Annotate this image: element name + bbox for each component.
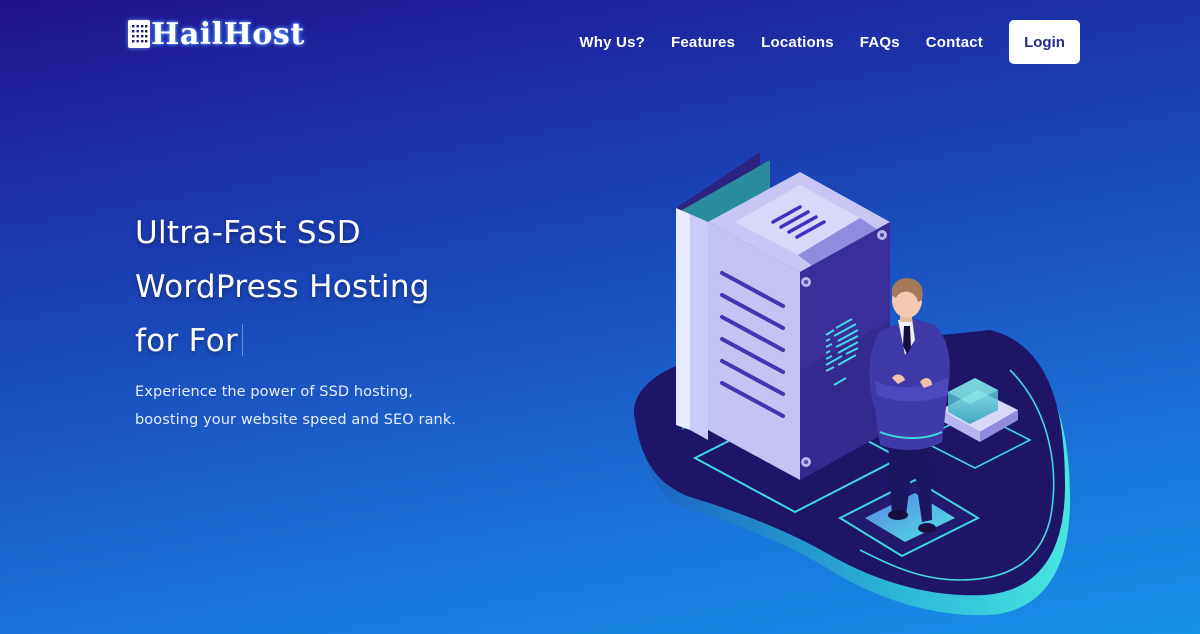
login-button[interactable]: Login bbox=[1009, 20, 1080, 64]
hero-title-line-1: Ultra-Fast SSD bbox=[135, 215, 361, 251]
hero-title: Ultra-Fast SSD WordPress Hosting for For bbox=[135, 206, 555, 368]
nav-contact[interactable]: Contact bbox=[926, 34, 983, 51]
hero-section: Ultra-Fast SSD WordPress Hosting for For… bbox=[135, 206, 555, 434]
server-illustration bbox=[630, 140, 1090, 634]
hero-subtitle: Experience the power of SSD hosting, boo… bbox=[135, 378, 555, 434]
hero-title-line-3: for For bbox=[135, 314, 555, 368]
header: HailHost Why Us? Features Locations FAQs… bbox=[0, 0, 1200, 84]
nav-why-us[interactable]: Why Us? bbox=[579, 34, 645, 51]
main-nav: Why Us? Features Locations FAQs Contact … bbox=[579, 20, 1080, 64]
typing-cursor bbox=[242, 324, 244, 356]
hero-subtitle-line-1: Experience the power of SSD hosting, bbox=[135, 384, 414, 400]
building-grid-icon bbox=[128, 20, 150, 48]
typed-text: for For bbox=[135, 323, 239, 359]
nav-faqs[interactable]: FAQs bbox=[860, 34, 900, 51]
nav-locations[interactable]: Locations bbox=[761, 34, 834, 51]
nav-features[interactable]: Features bbox=[671, 34, 735, 51]
hero-subtitle-line-2: boosting your website speed and SEO rank… bbox=[135, 412, 457, 428]
brand-name: HailHost bbox=[151, 16, 305, 52]
hero-title-line-2: WordPress Hosting bbox=[135, 269, 430, 305]
logo[interactable]: HailHost bbox=[128, 16, 305, 52]
